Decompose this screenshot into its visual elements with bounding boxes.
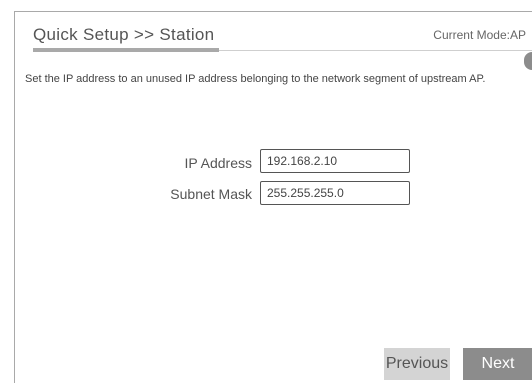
ip-address-input[interactable]: [260, 149, 410, 173]
subnet-mask-label: Subnet Mask: [170, 186, 252, 202]
side-collapse-tab[interactable]: [524, 52, 532, 70]
header-accent-bar: [33, 48, 219, 52]
previous-button[interactable]: Previous: [384, 348, 450, 380]
ip-address-label: IP Address: [184, 155, 252, 171]
page-title: Quick Setup >> Station: [33, 25, 215, 44]
instruction-text: Set the IP address to an unused IP addre…: [25, 73, 486, 85]
next-button[interactable]: Next: [463, 348, 532, 380]
current-mode-label: Current Mode:AP: [433, 28, 526, 42]
subnet-mask-input[interactable]: [260, 181, 410, 205]
